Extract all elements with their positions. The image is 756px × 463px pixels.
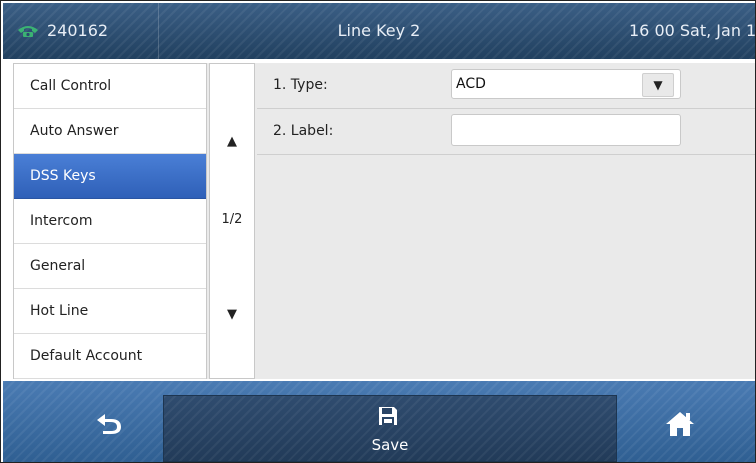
sidebar-item-auto-answer[interactable]: Auto Answer (14, 109, 206, 154)
type-select[interactable]: ACD ▼ (451, 69, 681, 99)
status-bar: 240162 Line Key 2 16 00 Sat, Jan 14 (3, 3, 755, 59)
label-label: 2. Label: (273, 123, 334, 139)
sidebar-item-call-control[interactable]: Call Control (14, 64, 206, 109)
page-indicator: 1/2 (221, 212, 243, 227)
sidebar-item-general[interactable]: General (14, 244, 206, 289)
page-scroller: ▲ 1/2 ▼ (209, 63, 255, 379)
phone-screen: 240162 Line Key 2 16 00 Sat, Jan 14 Call… (0, 0, 756, 463)
type-row: 1. Type: ACD ▼ (257, 63, 755, 109)
back-arrow-icon[interactable] (95, 411, 123, 435)
softkey-bar: Save (3, 381, 755, 462)
floppy-disk-icon (379, 407, 397, 425)
sidebar-item-default-account[interactable]: Default Account (14, 334, 206, 379)
sidebar-item-intercom[interactable]: Intercom (14, 199, 206, 244)
label-input[interactable] (451, 114, 681, 146)
sidebar-item-hot-line[interactable]: Hot Line (14, 289, 206, 334)
type-label: 1. Type: (273, 77, 328, 93)
type-value: ACD (456, 76, 486, 92)
save-label: Save (371, 436, 409, 454)
page-up-icon[interactable]: ▲ (210, 134, 254, 149)
sidebar: Call Control Auto Answer DSS Keys Interc… (13, 63, 207, 379)
sidebar-item-dss-keys[interactable]: DSS Keys (14, 154, 206, 199)
clock: 16 00 Sat, Jan 14 (629, 21, 756, 40)
home-icon[interactable] (665, 411, 695, 437)
page-down-icon[interactable]: ▼ (210, 307, 254, 322)
settings-form: 1. Type: ACD ▼ 2. Label: (257, 63, 755, 379)
dropdown-arrow-icon[interactable]: ▼ (642, 73, 674, 97)
save-button[interactable]: Save (163, 395, 617, 462)
content-area: Call Control Auto Answer DSS Keys Interc… (13, 63, 755, 379)
label-row: 2. Label: (257, 109, 755, 155)
